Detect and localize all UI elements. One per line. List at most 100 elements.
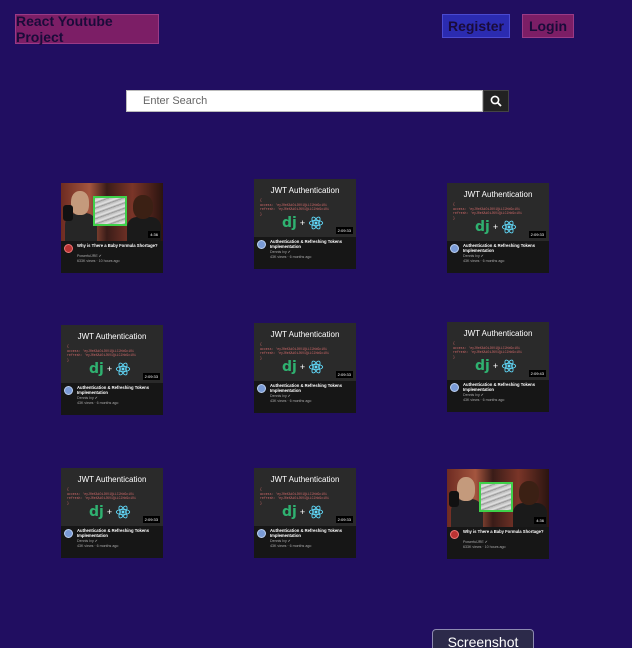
thumbnail-title: JWT Authentication xyxy=(270,330,340,339)
video-stats: 43K views · 6 months ago xyxy=(270,399,312,403)
plus-sign: + xyxy=(299,218,306,228)
channel-avatar[interactable] xyxy=(257,384,266,393)
channel-avatar[interactable] xyxy=(257,529,266,538)
video-thumbnail[interactable]: JWT Authentication { access: 'eyJ0eXAiOi… xyxy=(254,468,356,526)
channel-avatar[interactable] xyxy=(64,529,73,538)
duration-badge: 2:09:43 xyxy=(528,370,546,377)
video-title[interactable]: Authentication & Refreshing Tokens Imple… xyxy=(463,382,547,392)
duration-badge: 4:36 xyxy=(534,517,546,524)
thumbnail-title: JWT Authentication xyxy=(77,475,147,484)
verified-check-icon: ✔ xyxy=(287,394,291,398)
video-thumbnail[interactable]: 4:36 xyxy=(447,469,549,527)
search-bar xyxy=(126,90,509,112)
channel-avatar[interactable] xyxy=(450,530,459,539)
microphone-icon xyxy=(63,205,73,221)
channel-avatar[interactable] xyxy=(450,244,459,253)
thumbnail-code: { access: 'eyJ0eXAiOiJKV1QiLCJhbGciOi re… xyxy=(260,487,329,505)
video-title[interactable]: Authentication & Refreshing Tokens Imple… xyxy=(77,385,161,395)
duration-badge: 2:09:33 xyxy=(528,231,546,238)
react-logo-icon xyxy=(501,220,517,234)
channel-name[interactable]: Dennis Ivy ✔ xyxy=(463,393,484,397)
verified-check-icon: ✔ xyxy=(480,393,484,397)
plus-sign: + xyxy=(106,507,113,517)
video-meta: Authentication & Refreshing Tokens Imple… xyxy=(447,380,549,412)
video-meta: Why is There a Baby Formula Shortage? Po… xyxy=(447,527,549,559)
channel-avatar[interactable] xyxy=(64,244,73,253)
video-card[interactable]: JWT Authentication { access: 'eyJ0eXAiOi… xyxy=(254,179,356,269)
thumbnail-code: { access: 'eyJ0eXAiOiJKV1QiLCJhbGciOi re… xyxy=(453,341,522,359)
django-logo-icon: dj xyxy=(282,504,297,520)
thumbnail-code: { access: 'eyJ0eXAiOiJKV1QiLCJhbGciOi re… xyxy=(260,342,329,360)
plus-sign: + xyxy=(492,222,499,232)
react-logo-icon xyxy=(308,505,324,519)
react-logo-icon xyxy=(501,359,517,373)
video-card[interactable]: JWT Authentication { access: 'eyJ0eXAiOi… xyxy=(447,183,549,273)
channel-name[interactable]: Dennis Ivy ✔ xyxy=(270,539,291,543)
channel-name[interactable]: PowerfulJRE ✔ xyxy=(463,540,488,544)
channel-avatar[interactable] xyxy=(450,383,459,392)
thumbnail-logos: dj + xyxy=(89,361,131,377)
channel-name[interactable]: PowerfulJRE ✔ xyxy=(77,254,102,258)
video-thumbnail[interactable]: JWT Authentication { access: 'eyJ0eXAiOi… xyxy=(447,183,549,241)
microphone-icon xyxy=(449,491,459,507)
thumbnail-logos: dj + xyxy=(475,219,517,235)
video-thumbnail[interactable]: JWT Authentication { access: 'eyJ0eXAiOi… xyxy=(61,325,163,383)
video-stats: 43K views · 6 months ago xyxy=(270,544,312,548)
search-input[interactable] xyxy=(126,90,483,112)
video-card[interactable]: JWT Authentication { access: 'eyJ0eXAiOi… xyxy=(61,468,163,558)
channel-name[interactable]: Dennis Ivy ✔ xyxy=(463,254,484,258)
video-card[interactable]: JWT Authentication { access: 'eyJ0eXAiOi… xyxy=(254,468,356,558)
video-thumbnail[interactable]: JWT Authentication { access: 'eyJ0eXAiOi… xyxy=(447,322,549,380)
video-meta: Why is There a Baby Formula Shortage? Po… xyxy=(61,241,163,273)
verified-check-icon: ✔ xyxy=(287,539,291,543)
thumbnail-logos: dj + xyxy=(89,504,131,520)
verified-check-icon: ✔ xyxy=(484,540,488,544)
screenshot-button[interactable]: Screenshot xyxy=(432,629,534,648)
video-title[interactable]: Why is There a Baby Formula Shortage? xyxy=(77,243,161,248)
thumbnail-title: JWT Authentication xyxy=(270,186,340,195)
video-title[interactable]: Authentication & Refreshing Tokens Imple… xyxy=(270,239,354,249)
video-card[interactable]: 4:36 Why is There a Baby Formula Shortag… xyxy=(447,469,549,559)
thumbnail-code: { access: 'eyJ0eXAiOiJKV1QiLCJhbGciOi re… xyxy=(260,198,329,216)
channel-name[interactable]: Dennis Ivy ✔ xyxy=(77,396,98,400)
video-title[interactable]: Authentication & Refreshing Tokens Imple… xyxy=(463,243,547,253)
plus-sign: + xyxy=(492,361,499,371)
video-card[interactable]: JWT Authentication { access: 'eyJ0eXAiOi… xyxy=(447,322,549,412)
duration-badge: 2:09:33 xyxy=(142,516,160,523)
thumbnail-title: JWT Authentication xyxy=(270,475,340,484)
thumbnail-code: { access: 'eyJ0eXAiOiJKV1QiLCJhbGciOi re… xyxy=(67,487,136,505)
login-button[interactable]: Login xyxy=(522,14,574,38)
channel-avatar[interactable] xyxy=(64,386,73,395)
channel-avatar[interactable] xyxy=(257,240,266,249)
video-title[interactable]: Why is There a Baby Formula Shortage? xyxy=(463,529,547,534)
plus-sign: + xyxy=(106,364,113,374)
video-stats: 43K views · 6 months ago xyxy=(77,544,119,548)
django-logo-icon: dj xyxy=(89,361,104,377)
video-thumbnail[interactable]: JWT Authentication { access: 'eyJ0eXAiOi… xyxy=(254,323,356,381)
search-button[interactable] xyxy=(483,90,509,112)
video-stats: 43K views · 6 months ago xyxy=(463,398,505,402)
video-card[interactable]: 4:36 Why is There a Baby Formula Shortag… xyxy=(61,183,163,273)
video-stats: 633K views · 10 hours ago xyxy=(77,259,120,263)
video-card[interactable]: JWT Authentication { access: 'eyJ0eXAiOi… xyxy=(254,323,356,413)
video-meta: Authentication & Refreshing Tokens Imple… xyxy=(254,381,356,413)
video-thumbnail[interactable]: JWT Authentication { access: 'eyJ0eXAiOi… xyxy=(254,179,356,237)
video-title[interactable]: Authentication & Refreshing Tokens Imple… xyxy=(270,528,354,538)
video-meta: Authentication & Refreshing Tokens Imple… xyxy=(61,526,163,558)
video-card[interactable]: JWT Authentication { access: 'eyJ0eXAiOi… xyxy=(61,325,163,415)
video-thumbnail[interactable]: JWT Authentication { access: 'eyJ0eXAiOi… xyxy=(61,468,163,526)
video-thumbnail[interactable]: 4:36 xyxy=(61,183,163,241)
video-meta: Authentication & Refreshing Tokens Imple… xyxy=(254,526,356,558)
thumbnail-code: { access: 'eyJ0eXAiOiJKV1QiLCJhbGciOi re… xyxy=(453,202,522,220)
register-button[interactable]: Register xyxy=(442,14,510,38)
video-title[interactable]: Authentication & Refreshing Tokens Imple… xyxy=(77,528,161,538)
django-logo-icon: dj xyxy=(282,359,297,375)
thumbnail-logos: dj + xyxy=(282,504,324,520)
channel-name[interactable]: Dennis Ivy ✔ xyxy=(270,250,291,254)
channel-name[interactable]: Dennis Ivy ✔ xyxy=(270,394,291,398)
brand-logo[interactable]: React Youtube Project xyxy=(15,13,159,45)
video-stats: 633K views · 10 hours ago xyxy=(463,545,506,549)
channel-name[interactable]: Dennis Ivy ✔ xyxy=(77,539,98,543)
video-title[interactable]: Authentication & Refreshing Tokens Imple… xyxy=(270,383,354,393)
video-stats: 43K views · 6 months ago xyxy=(270,255,312,259)
